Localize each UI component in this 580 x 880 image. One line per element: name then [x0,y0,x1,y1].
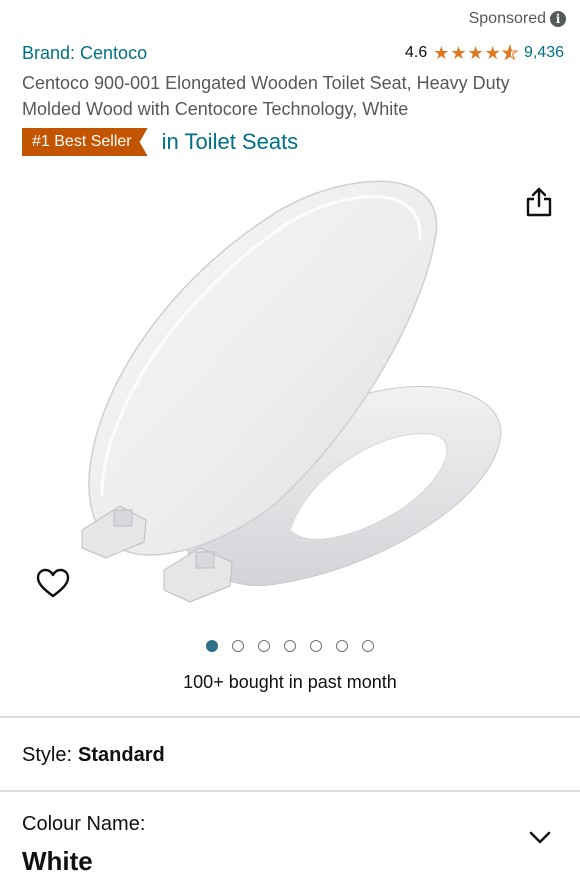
rating-stars: ★ ★ ★ ★ ★ [433,43,518,63]
bestseller-badge: #1 Best Seller [22,128,148,156]
colour-value[interactable]: White [22,846,93,877]
carousel-dot[interactable] [336,640,348,652]
chevron-down-icon[interactable] [528,828,552,846]
carousel-dot[interactable] [362,640,374,652]
product-image[interactable] [60,170,520,610]
carousel-dot-active[interactable] [206,640,218,652]
carousel-dot[interactable] [284,640,296,652]
carousel-dot[interactable] [258,640,270,652]
rating-value: 4.6 [405,44,428,61]
star-icon: ★ [467,43,484,63]
image-carousel-dots [0,640,580,652]
star-icon: ★ [484,43,501,63]
carousel-dot[interactable] [310,640,322,652]
info-icon[interactable]: i [550,11,566,27]
divider [0,790,580,792]
divider [0,716,580,718]
rating-count[interactable]: 9,436 [524,44,564,62]
bestseller-badge-row[interactable]: #1 Best Seller in Toilet Seats [22,128,298,156]
carousel-dot[interactable] [232,640,244,652]
heart-icon[interactable] [36,568,70,600]
brand-link[interactable]: Brand: Centoco [22,43,147,64]
star-icon: ★ [450,43,467,63]
product-title: Centoco 900-001 Elongated Wooden Toilet … [22,73,510,119]
style-value: Standard [78,744,165,766]
rating-summary[interactable]: 4.6 ★ ★ ★ ★ ★ 9,436 [405,43,564,63]
bought-count-text: 100+ bought in past month [183,672,397,692]
style-label: Style: [22,744,73,766]
sponsored-label: Sponsored [468,10,546,27]
bestseller-category-link[interactable]: in Toilet Seats [162,129,299,155]
star-half-icon: ★ [501,43,518,63]
sponsored-label-group[interactable]: Sponsored i [469,10,566,28]
colour-label: Colour Name: [22,813,146,835]
style-selector[interactable]: Style: Standard [22,744,165,767]
star-icon: ★ [433,43,450,63]
share-icon[interactable] [524,186,554,218]
